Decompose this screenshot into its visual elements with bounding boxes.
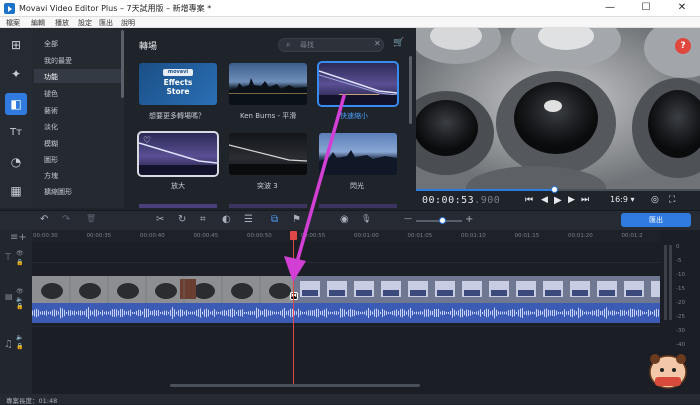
app-window: Movavi Video Editor Plus – 7天試用版 – 新增專案 … [0, 0, 700, 405]
annotation-arrow [284, 94, 346, 282]
